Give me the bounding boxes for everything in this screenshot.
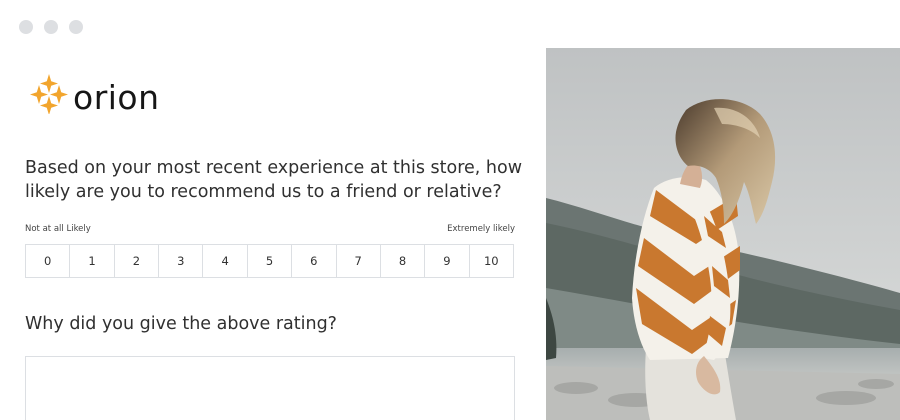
window-close-dot[interactable] [19,20,33,34]
nps-option-0[interactable]: 0 [26,245,71,277]
nps-option-3[interactable]: 3 [159,245,204,277]
question-reason: Why did you give the above rating? [25,314,337,334]
nps-scale: 0 1 2 3 4 5 6 7 8 9 10 [25,244,514,278]
nps-option-2[interactable]: 2 [114,245,160,277]
window-minimize-dot[interactable] [44,20,58,34]
window-maximize-dot[interactable] [69,20,83,34]
nps-option-4[interactable]: 4 [203,245,248,277]
scale-low-label: Not at all Likely [25,224,91,234]
scale-labels: Not at all Likely Extremely likely [25,224,515,234]
survey-page: orion Based on your most recent experien… [0,0,900,420]
nps-option-10[interactable]: 10 [469,245,513,277]
nps-option-7[interactable]: 7 [336,245,381,277]
scale-high-label: Extremely likely [447,224,515,234]
nps-option-8[interactable]: 8 [380,245,426,277]
sparkle-stars-icon [30,73,68,114]
hero-photo [546,48,900,420]
nps-option-1[interactable]: 1 [70,245,115,277]
nps-option-5[interactable]: 5 [247,245,293,277]
brand-name: orion [73,78,160,117]
brand-logo: orion [27,66,160,117]
woman-sweater-photo [546,48,900,420]
question-recommend: Based on your most recent experience at … [25,156,525,204]
nps-option-9[interactable]: 9 [425,245,470,277]
window-controls [19,20,83,34]
question-line-2: likely are you to recommend us to a frie… [25,182,502,202]
rating-reason-textarea[interactable] [25,356,515,420]
question-line-1: Based on your most recent experience at … [25,158,523,178]
nps-option-6[interactable]: 6 [292,245,337,277]
